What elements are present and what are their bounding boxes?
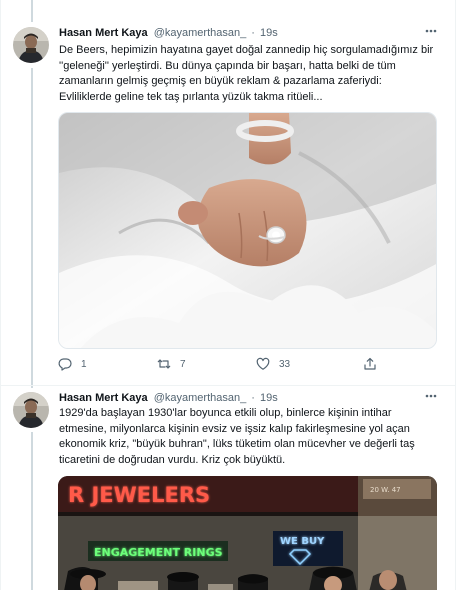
tweet[interactable]: Hasan Mert Kaya @kayamerthasan_ · 19s 19… (1, 386, 455, 590)
share-icon (364, 357, 376, 370)
reply-count: 1 (81, 358, 87, 370)
tweet-text-line: ekonomik kriz, "büyük buhran", lüks tüke… (59, 438, 415, 450)
tweet-actions: 1 7 33 (58, 357, 398, 375)
retweet-icon (157, 359, 171, 369)
author-name[interactable]: Hasan Mert Kaya (59, 27, 148, 39)
tweet-text-line: 1929'da başlayan 1930'lar boyunca etkili… (59, 407, 392, 419)
tweet-header: Hasan Mert Kaya @kayamerthasan_ · 19s (59, 391, 278, 405)
avatar[interactable] (13, 392, 49, 428)
retweet-button[interactable]: 7 (157, 357, 186, 371)
sign-address: 20 W. 47 (370, 486, 401, 494)
reply-button[interactable]: 1 (58, 357, 87, 371)
author-handle[interactable]: @kayamerthasan_ (154, 392, 247, 404)
tweet-text-line: zamanların gelmiş geçmiş en büyük reklam… (59, 75, 382, 87)
tweet-photo-jewelers[interactable]: R JEWELERS ENGAGEMENT RINGS WE BUY 20 W.… (58, 476, 437, 590)
tweet-text-line: ''geleneği'' yerleştirdi. Bu dünya çapın… (59, 59, 396, 72)
thread-connector-top (31, 386, 33, 388)
share-button[interactable] (363, 357, 386, 371)
tweet-timestamp[interactable]: 19s (260, 27, 278, 39)
tweet-text-line: Evliliklerde geline tek taş pırlanta yüz… (59, 90, 323, 103)
tweet-header: Hasan Mert Kaya @kayamerthasan_ · 19s (59, 26, 278, 40)
thread-connector (31, 432, 33, 590)
like-button[interactable]: 33 (256, 357, 290, 371)
tweet-text-line: ticaretini de doğrudan vurdu. Kriz çok b… (59, 453, 286, 466)
reply-icon (58, 358, 72, 371)
like-count: 33 (279, 358, 291, 370)
author-name[interactable]: Hasan Mert Kaya (59, 392, 148, 404)
thread-connector (31, 68, 33, 386)
tweet[interactable]: Hasan Mert Kaya @kayamerthasan_ · 19s De… (1, 0, 455, 386)
separator-dot: · (251, 392, 255, 404)
author-handle[interactable]: @kayamerthasan_ (154, 27, 247, 39)
tweet-text: De Beers, hepimizin hayatına gayet doğal… (59, 43, 439, 105)
sign-engagement-rings: ENGAGEMENT RINGS (94, 546, 223, 559)
more-icon (425, 29, 437, 33)
tweet-timestamp[interactable]: 19s (260, 392, 278, 404)
avatar[interactable] (13, 27, 49, 63)
retweet-count: 7 (180, 358, 186, 370)
more-icon (425, 394, 437, 398)
sign-we-buy: WE BUY (280, 536, 325, 547)
tweet-text-line: etmesine, milyonlarca kişinin evsiz ve i… (59, 422, 410, 435)
tweet-photo-ring[interactable] (58, 112, 437, 349)
tweet-text: 1929'da başlayan 1930'lar boyunca etkili… (59, 406, 439, 468)
more-options-button[interactable] (420, 389, 442, 405)
thread-connector-top (31, 0, 33, 22)
timeline-right-border (455, 0, 456, 590)
heart-icon (256, 357, 270, 370)
sign-jewelers: R JEWELERS (68, 483, 210, 507)
tweet-text-line: De Beers, hepimizin hayatına gayet doğal… (59, 44, 434, 56)
separator-dot: · (251, 27, 255, 39)
more-options-button[interactable] (420, 24, 442, 40)
